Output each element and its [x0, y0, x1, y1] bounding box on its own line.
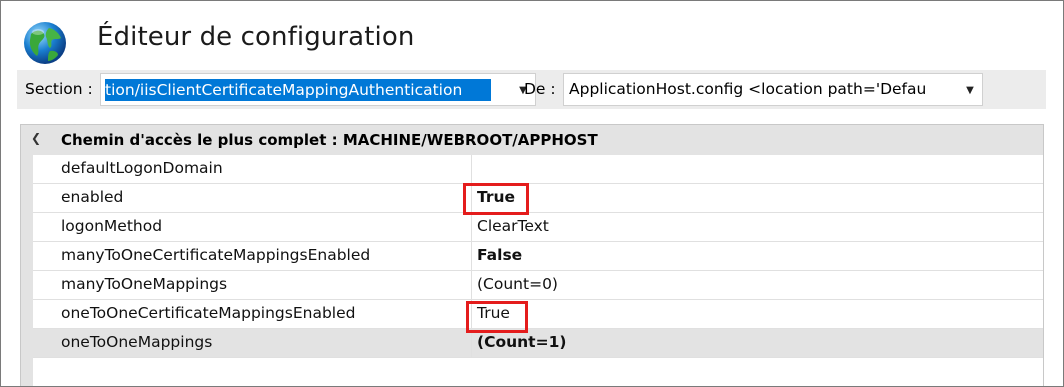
highlight-box-enabled [463, 183, 529, 215]
collapse-chevron-icon[interactable]: ❮ [31, 131, 41, 145]
property-row[interactable]: manyToOneMappings (Count=0) [33, 271, 1043, 300]
property-name: oneToOneCertificateMappingsEnabled [61, 304, 356, 322]
chevron-down-icon[interactable]: ▼ [961, 82, 979, 100]
property-name: manyToOneMappings [61, 275, 228, 293]
property-value[interactable]: False [477, 246, 522, 264]
highlight-box-onetoone-enabled [466, 301, 528, 333]
property-name: oneToOneMappings [61, 333, 213, 351]
grid-gutter [21, 155, 33, 386]
property-row-selected[interactable]: oneToOneMappings (Count=1) [33, 329, 1043, 358]
from-label: De : [524, 80, 556, 98]
column-divider [471, 213, 472, 241]
section-value-field[interactable]: tion/iisClientCertificateMappingAuthenti… [101, 79, 507, 101]
toolbar: Section : tion/iisClientCertificateMappi… [17, 70, 1046, 109]
section-selected-text: tion/iisClientCertificateMappingAuthenti… [105, 79, 491, 101]
column-divider [471, 242, 472, 270]
category-label: Chemin d'accès le plus complet : MACHINE… [61, 131, 598, 149]
property-value[interactable]: (Count=0) [477, 275, 558, 293]
globe-icon [24, 22, 66, 64]
property-value[interactable]: (Count=1) [477, 333, 566, 351]
column-divider [471, 329, 472, 357]
property-row[interactable]: enabled True [33, 184, 1043, 213]
property-row[interactable]: manyToOneCertificateMappingsEnabled Fals… [33, 242, 1043, 271]
section-combobox[interactable]: tion/iisClientCertificateMappingAuthenti… [100, 73, 536, 106]
property-name: manyToOneCertificateMappingsEnabled [61, 246, 371, 264]
page-title: Éditeur de configuration [97, 22, 415, 52]
column-divider [471, 155, 472, 183]
property-grid: ❮ Chemin d'accès le plus complet : MACHI… [20, 124, 1044, 386]
property-name: enabled [61, 188, 124, 206]
section-label: Section : [25, 80, 93, 98]
property-row[interactable]: oneToOneCertificateMappingsEnabled True [33, 300, 1043, 329]
property-row[interactable]: defaultLogonDomain [33, 155, 1043, 184]
property-name: logonMethod [61, 217, 163, 235]
property-row[interactable]: logonMethod ClearText [33, 213, 1043, 242]
property-name: defaultLogonDomain [61, 159, 223, 177]
from-combobox[interactable]: ApplicationHost.config <location path='D… [563, 73, 983, 106]
category-header[interactable]: ❮ Chemin d'accès le plus complet : MACHI… [21, 125, 1043, 155]
property-value[interactable]: ClearText [477, 217, 549, 235]
column-divider [471, 271, 472, 299]
from-value: ApplicationHost.config <location path='D… [569, 80, 927, 98]
